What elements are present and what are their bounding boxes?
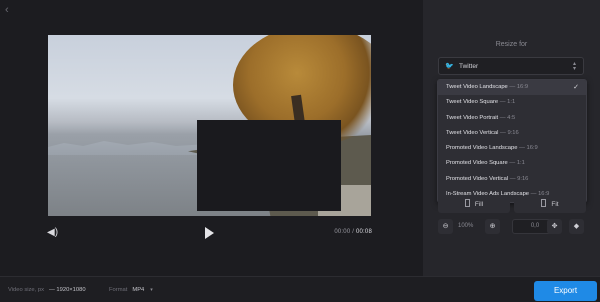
transform-tools: ⊖ 100% ⊕ 0,0 ✥ ◆ bbox=[438, 219, 586, 236]
preset-label: Tweet Video Vertical bbox=[446, 129, 499, 136]
format-value: MP4 bbox=[132, 287, 145, 293]
preset-label: Tweet Video Square bbox=[446, 99, 499, 106]
fit-button[interactable]: Fit bbox=[514, 197, 586, 213]
preset-item-tweet-video-portrait[interactable]: Tweet Video Portrait — 4:5 bbox=[438, 111, 586, 126]
preset-ratio: — 9:16 bbox=[500, 129, 519, 136]
zoom-in-button[interactable]: ⊕ bbox=[485, 219, 500, 234]
preset-item-promoted-video-landscape[interactable]: Promoted Video Landscape — 16:9 bbox=[438, 141, 586, 156]
platform-select-label: Twitter bbox=[459, 63, 479, 70]
preset-dropdown-menu: Tweet Video Landscape — 16:9 ✓ Tweet Vid… bbox=[437, 79, 587, 203]
fit-icon bbox=[541, 199, 547, 207]
preset-item-tweet-video-square[interactable]: Tweet Video Square — 1:1 bbox=[438, 95, 586, 110]
check-icon: ✓ bbox=[573, 84, 579, 91]
preset-ratio: — 1:1 bbox=[499, 99, 516, 106]
preset-item-tweet-video-vertical[interactable]: Tweet Video Vertical — 9:16 bbox=[438, 126, 586, 141]
fill-button[interactable]: Fill bbox=[438, 197, 510, 213]
fill-label: Fill bbox=[474, 201, 484, 208]
fill-icon bbox=[464, 199, 470, 207]
preset-item-tweet-video-landscape[interactable]: Tweet Video Landscape — 16:9 ✓ bbox=[438, 80, 586, 96]
chevron-updown-icon: ▴ ▾ bbox=[572, 61, 576, 72]
video-dark-overlay bbox=[197, 120, 341, 211]
move-button[interactable]: ✥ bbox=[547, 219, 562, 234]
play-icon[interactable] bbox=[205, 227, 214, 239]
background-fill-button[interactable]: ◆ bbox=[569, 219, 584, 234]
platform-select[interactable]: 🐦 Twitter ▴ ▾ bbox=[438, 57, 584, 75]
preset-item-promoted-video-square[interactable]: Promoted Video Square — 1:1 bbox=[438, 156, 586, 171]
playback-time: 00:00 / 00:08 bbox=[334, 229, 372, 235]
bottom-bar: Video size, px — 1920×1080 Format MP4 ▾ Exp… bbox=[0, 276, 600, 302]
zoom-out-button[interactable]: ⊖ bbox=[438, 219, 453, 234]
zoom-out-icon: ⊖ bbox=[442, 223, 449, 230]
time-current: 00:00 bbox=[334, 229, 351, 235]
move-icon: ✥ bbox=[551, 223, 558, 230]
preset-ratio: — 9:16 bbox=[509, 175, 529, 182]
video-size-value: — 1920×1080 bbox=[48, 287, 86, 293]
video-size-label: Video size, px bbox=[8, 287, 44, 293]
time-total: 00:08 bbox=[355, 229, 372, 235]
video-size-info: Video size, px — 1920×1080 bbox=[8, 287, 86, 293]
video-frame-mountains bbox=[48, 141, 208, 155]
preset-ratio: — 1:1 bbox=[509, 160, 525, 167]
sidebar-title: Resize for bbox=[495, 41, 528, 48]
fit-label: Fit bbox=[551, 201, 559, 208]
editor-main-area: ‹ ◀) 00:00 / 00:08 bbox=[0, 0, 423, 276]
preset-item-promoted-video-vertical[interactable]: Promoted Video Vertical — 9:16 bbox=[438, 172, 586, 187]
preset-ratio: — 4:5 bbox=[499, 114, 516, 121]
time-separator: / bbox=[352, 229, 355, 235]
zoom-value: 100% bbox=[458, 223, 474, 229]
volume-icon[interactable]: ◀) bbox=[47, 228, 58, 238]
preset-label: Tweet Video Landscape bbox=[446, 84, 508, 90]
twitter-icon: 🐦 bbox=[445, 63, 454, 70]
fill-fit-toggle: Fill Fit bbox=[438, 197, 586, 213]
preset-label: Promoted Video Vertical bbox=[446, 175, 509, 182]
export-button[interactable]: Export bbox=[534, 281, 597, 301]
preset-label: Promoted Video Landscape bbox=[446, 145, 518, 152]
chevron-down-icon: ▾ bbox=[150, 287, 153, 293]
video-preview bbox=[48, 35, 371, 216]
preset-label: Tweet Video Portrait bbox=[446, 114, 499, 121]
paint-bucket-icon: ◆ bbox=[573, 223, 580, 230]
preset-label: Promoted Video Square bbox=[446, 160, 508, 167]
format-select[interactable]: Format MP4 ▾ bbox=[109, 287, 153, 293]
format-label: Format bbox=[109, 287, 128, 293]
back-icon[interactable]: ‹ bbox=[5, 4, 15, 16]
zoom-in-icon: ⊕ bbox=[489, 223, 496, 230]
preset-ratio: — 16:9 bbox=[519, 145, 538, 152]
preset-ratio: — 16:9 bbox=[509, 84, 529, 90]
